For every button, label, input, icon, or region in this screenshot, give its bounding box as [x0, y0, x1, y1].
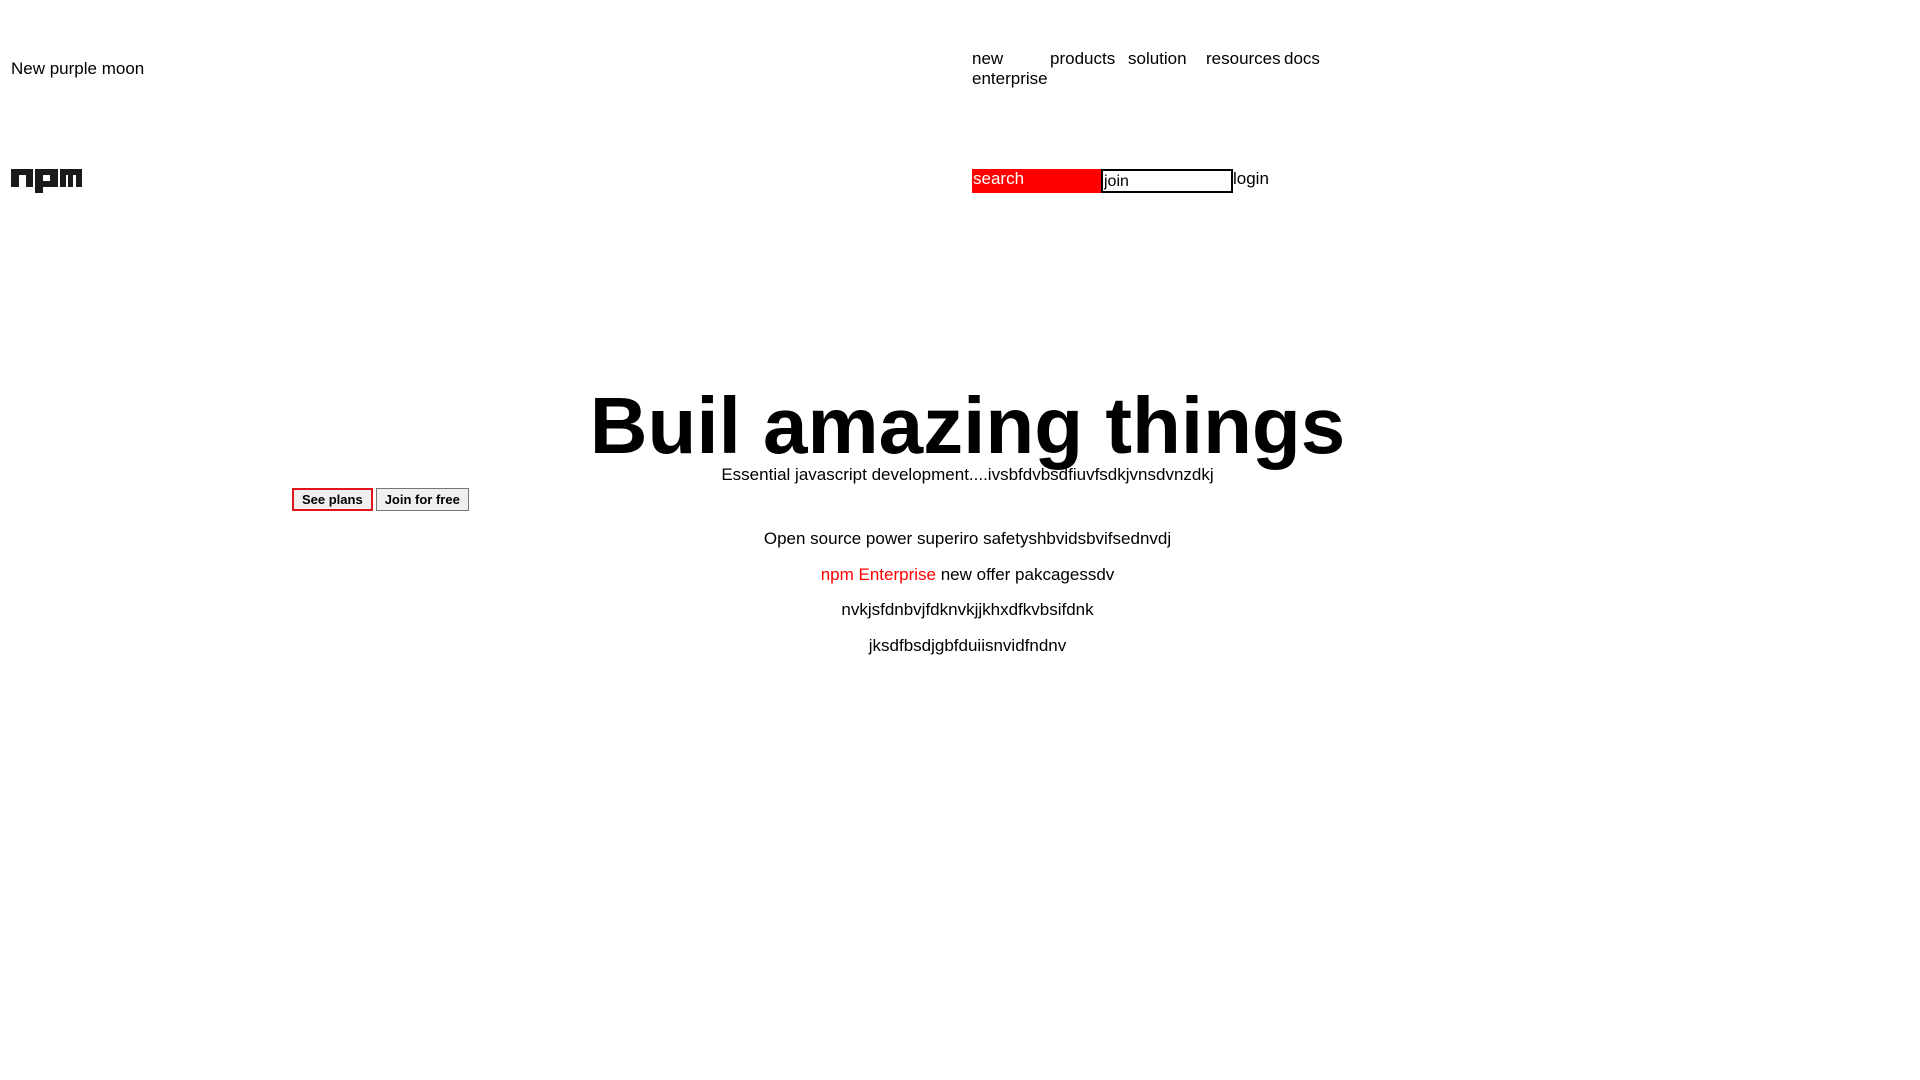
- page: New purple moon new enterprise products …: [0, 0, 1920, 1080]
- hero-subtitle: Essential javascript development....ivsb…: [721, 465, 1214, 484]
- login-link[interactable]: login: [1233, 169, 1269, 189]
- info-line-3: nvkjsfdnbvjfdknvkjjkhxdfkvbsifdnk: [841, 600, 1094, 619]
- info-line-enterprise-text: new offer pakcagessdv: [935, 565, 1115, 584]
- join-input[interactable]: [1101, 169, 1233, 193]
- nav-item-new-enterprise[interactable]: new enterprise: [972, 49, 1048, 89]
- nav-item-resources[interactable]: resources: [1206, 49, 1281, 69]
- nav-item-solution[interactable]: solution: [1128, 49, 1187, 69]
- cta-row: See plans Join for free: [292, 488, 469, 511]
- info-line-open-source: Open source power superiro safetyshbvids…: [763, 529, 1172, 548]
- hero-title: Buil amazing things: [589, 381, 1346, 470]
- join-for-free-button[interactable]: Join for free: [375, 488, 469, 511]
- info-line-4: jksdfbsdjgbfduiisnvidfndnv: [868, 636, 1067, 655]
- nav-item-products[interactable]: products: [1050, 49, 1115, 69]
- nav-item-docs[interactable]: docs: [1284, 49, 1320, 69]
- npm-logo-icon[interactable]: [11, 169, 82, 193]
- see-plans-button[interactable]: See plans: [292, 488, 373, 511]
- npm-enterprise-link[interactable]: npm Enterprise: [821, 565, 936, 584]
- search-button[interactable]: search: [972, 169, 1101, 193]
- tagline: New purple moon: [11, 59, 145, 78]
- info-line-enterprise: npm Enterprise new offer pakcagessdv: [0, 565, 1920, 585]
